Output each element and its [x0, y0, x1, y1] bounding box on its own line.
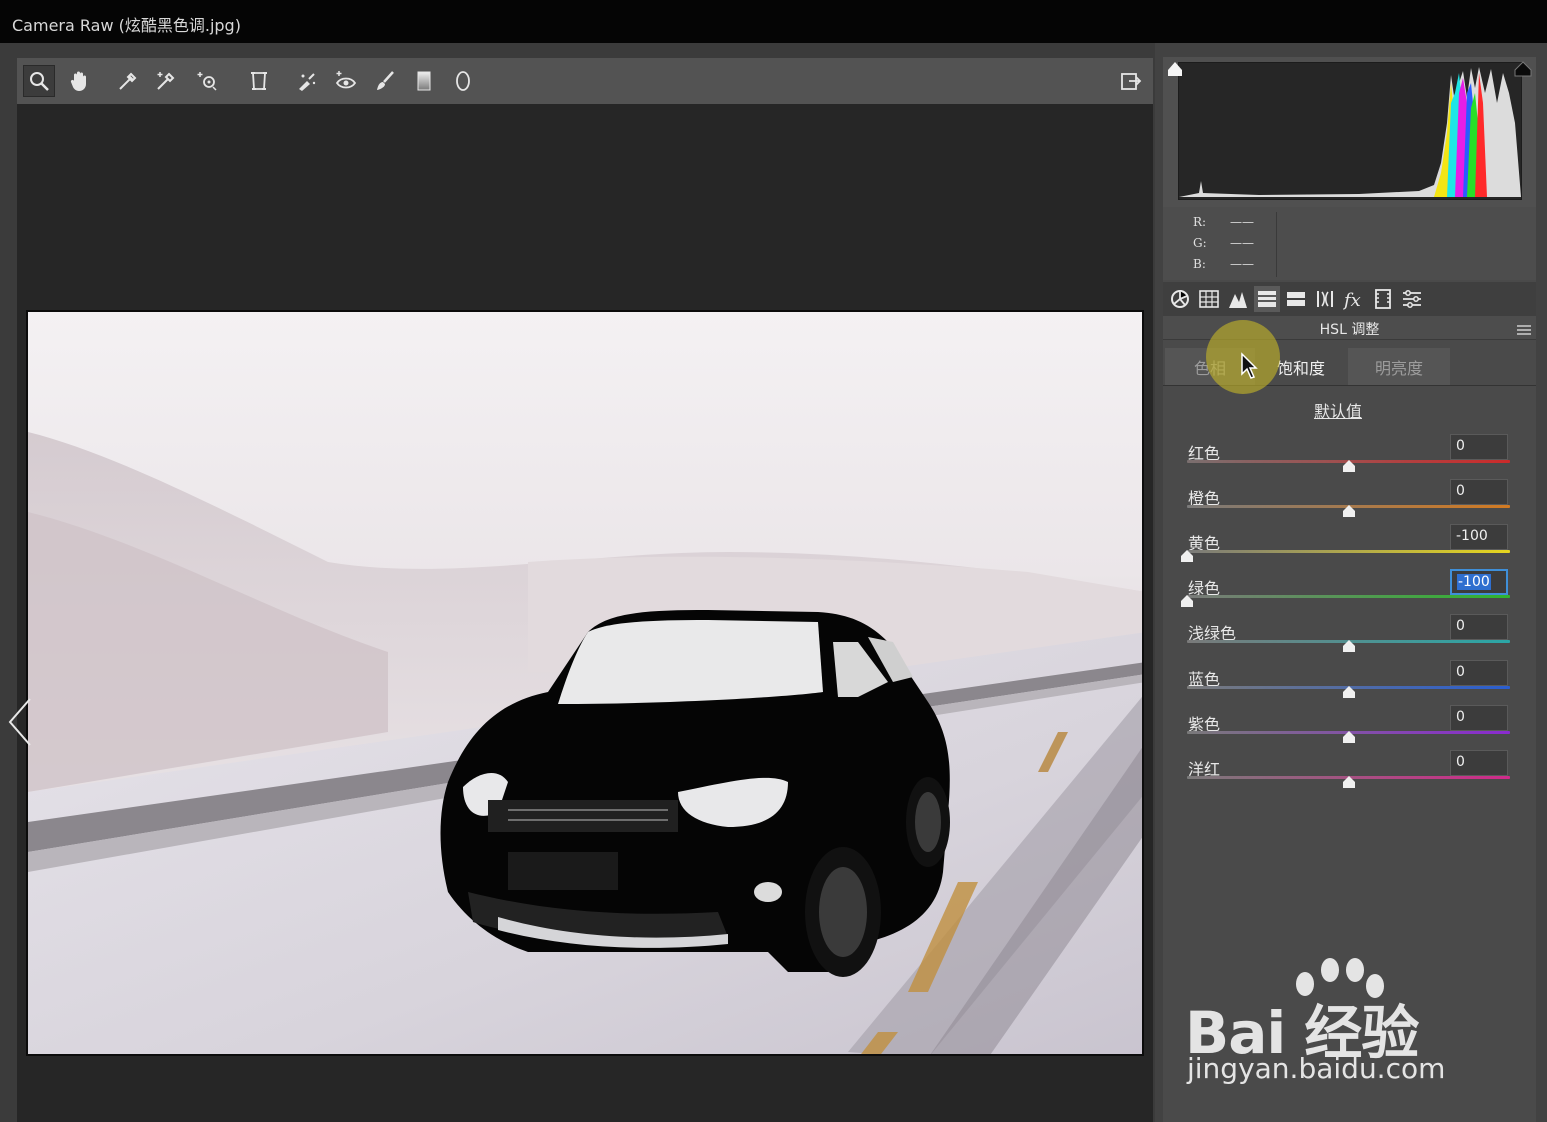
slider-value-text: 0: [1456, 618, 1465, 634]
basic-icon[interactable]: [1167, 286, 1193, 312]
slider-value-text: -100: [1456, 528, 1488, 544]
open-preferences-icon[interactable]: [1115, 65, 1147, 97]
photo-preview[interactable]: [26, 310, 1144, 1056]
hsl-slider-row: 浅绿色 0: [1163, 614, 1536, 665]
slider-value-input[interactable]: 0: [1450, 479, 1508, 505]
rgb-row-g: G: ——: [1193, 236, 1254, 250]
slider-value-text: 0: [1456, 664, 1465, 680]
defaults-link[interactable]: 默认值: [1163, 398, 1513, 422]
slider-track[interactable]: [1187, 550, 1510, 553]
rgb-value: ——: [1230, 257, 1254, 271]
previous-image-arrow-icon[interactable]: [4, 695, 34, 749]
watermark-url: jingyan.baidu.com: [1187, 1052, 1446, 1085]
highlight-clipping-warning-icon[interactable]: [1513, 60, 1533, 78]
slider-thumb[interactable]: [1342, 683, 1355, 698]
slider-value-input[interactable]: -100: [1450, 524, 1508, 550]
slider-value-input[interactable]: 0: [1450, 750, 1508, 776]
rgb-readout: [1163, 207, 1536, 280]
slider-value-input[interactable]: -100: [1450, 569, 1508, 595]
transform-tool-icon[interactable]: [243, 65, 275, 97]
mouse-pointer-icon: [1240, 352, 1258, 380]
split-toning-icon[interactable]: [1283, 286, 1309, 312]
slider-thumb[interactable]: [1342, 728, 1355, 743]
hand-tool-icon[interactable]: [63, 65, 95, 97]
svg-text:fx: fx: [1343, 290, 1361, 310]
slider-thumb[interactable]: [1342, 457, 1355, 472]
baidu-watermark: Bai 经验 jingyan.baidu.com: [1185, 958, 1475, 1088]
adjustment-brush-tool-icon[interactable]: [369, 65, 401, 97]
detail-icon[interactable]: [1225, 286, 1251, 312]
color-sampler-tool-icon[interactable]: [150, 65, 182, 97]
title-bar: Camera Raw (炫酷黑色调.jpg): [0, 0, 1547, 43]
slider-thumb[interactable]: [1342, 502, 1355, 517]
slider-value-text: 0: [1456, 709, 1465, 725]
red-eye-tool-icon[interactable]: [330, 65, 362, 97]
slider-track[interactable]: [1187, 595, 1510, 598]
rgb-row-b: B: ——: [1193, 257, 1254, 271]
camera-calibration-icon[interactable]: [1370, 286, 1396, 312]
spot-removal-tool-icon[interactable]: [291, 65, 323, 97]
presets-icon[interactable]: [1399, 286, 1425, 312]
slider-value-text: 0: [1456, 483, 1465, 499]
histogram: [1178, 62, 1522, 200]
slider-value-text: -100: [1457, 574, 1491, 590]
rgb-value: ——: [1230, 236, 1254, 250]
lens-corrections-icon[interactable]: [1312, 286, 1338, 312]
tab-luminance[interactable]: 明亮度: [1348, 348, 1450, 385]
rgb-label: R:: [1193, 215, 1207, 229]
photo-car-on-snowy-road: [28, 312, 1142, 1054]
targeted-adjustment-tool-icon[interactable]: [191, 65, 223, 97]
camera-raw-window: Camera Raw (炫酷黑色调.jpg) R: —— G: —— B: ——…: [0, 0, 1547, 1122]
panel-menu-icon[interactable]: [1517, 321, 1531, 335]
rgb-divider: [1276, 212, 1277, 277]
graduated-filter-tool-icon[interactable]: [408, 65, 440, 97]
zoom-tool-icon[interactable]: [23, 65, 55, 97]
window-title: Camera Raw (炫酷黑色调.jpg): [12, 16, 241, 35]
rgb-label: G:: [1193, 236, 1207, 250]
shadow-clipping-warning-icon[interactable]: [1166, 60, 1184, 78]
slider-thumb[interactable]: [1181, 592, 1193, 607]
slider-value-text: 0: [1456, 438, 1465, 454]
slider-thumb[interactable]: [1181, 547, 1193, 562]
slider-value-input[interactable]: 0: [1450, 614, 1508, 640]
toolbar: [17, 58, 1153, 104]
panel-tab-bar: fx: [1163, 282, 1536, 316]
tone-curve-icon[interactable]: [1196, 286, 1222, 312]
effects-icon[interactable]: fx: [1341, 286, 1367, 312]
hsl-slider-row: 洋红 0: [1163, 750, 1536, 801]
rgb-value: ——: [1230, 215, 1254, 229]
slider-thumb[interactable]: [1342, 773, 1355, 788]
slider-value-text: 0: [1456, 754, 1465, 770]
slider-thumb[interactable]: [1342, 637, 1355, 652]
radial-filter-tool-icon[interactable]: [447, 65, 479, 97]
rgb-row-r: R: ——: [1193, 215, 1254, 229]
slider-value-input[interactable]: 0: [1450, 660, 1508, 686]
hsl-icon[interactable]: [1254, 286, 1280, 312]
rgb-label: B:: [1193, 257, 1206, 271]
slider-value-input[interactable]: 0: [1450, 705, 1508, 731]
white-balance-tool-icon[interactable]: [112, 65, 144, 97]
slider-value-input[interactable]: 0: [1450, 434, 1508, 460]
